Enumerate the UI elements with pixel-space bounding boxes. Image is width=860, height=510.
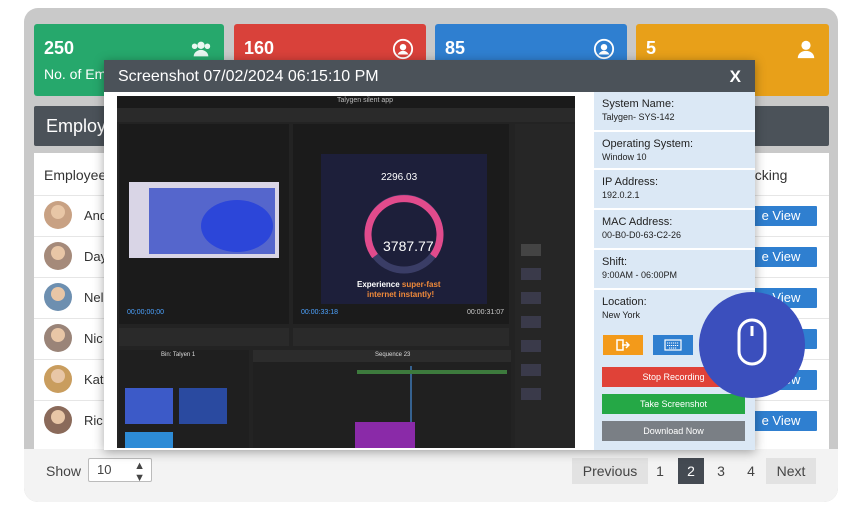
avatar [44,201,72,229]
field-operating-system: Operating System: Window 10 [594,132,755,170]
page-size-value: 10 [97,462,112,477]
user-icon [797,40,815,59]
timecode-end: 00:00:31:07 [467,309,504,316]
field-value: 9:00AM - 06:00PM [602,270,678,280]
logout-icon [616,339,631,351]
stat-label: No. of Em [44,66,107,82]
stepper-icon: ▲ ▼ [134,460,145,484]
sequence-tab: Sequence 23 [375,352,411,358]
captured-screenshot[interactable]: Talygen silent app 2296.03 3787.77 Exper… [117,96,575,448]
close-button[interactable]: X [730,67,741,87]
employee-name[interactable]: Nic [84,331,103,346]
logout-button[interactable] [603,335,643,355]
modal-title: Screenshot 07/02/2024 06:15:10 PM [118,68,379,85]
field-system-name: System Name: Talygen- SYS-142 [594,92,755,132]
screenshot-modal: Screenshot 07/02/2024 06:15:10 PM X Taly… [104,60,755,450]
employee-name[interactable]: Kat [84,372,104,387]
user-circle-icon [593,38,615,60]
employee-name[interactable]: Nel [84,290,104,305]
column-header-employee: Employee [44,167,107,183]
section-title: Employ [46,116,107,136]
avatar [44,283,72,311]
mouse-icon [737,318,767,366]
page-2-button[interactable]: 2 [678,458,704,484]
field-label: IP Address: [602,176,659,188]
screenshot-image [117,96,575,448]
field-value: Talygen- SYS-142 [602,112,675,122]
tagline-text: Experience super-fast [357,280,441,289]
field-mac-address: MAC Address: 00-B0-D0-63-C2-26 [594,210,755,250]
speed-main-text: 3787.77 [383,238,434,254]
download-now-button[interactable]: Download Now [602,421,745,441]
avatar [44,324,72,352]
app-title-text: Talygen silent app [337,97,394,104]
field-value: Window 10 [602,152,647,162]
keyboard-icon [664,339,682,351]
employee-name[interactable]: Ric [84,413,103,428]
tagline-line-2: internet instantly! [367,290,435,299]
avatar [44,406,72,434]
avatar [44,242,72,270]
tagline-part-1: Experience [357,280,402,289]
user-circle-icon [392,38,414,60]
page-size-select[interactable]: 10 ▲ ▼ [88,458,152,484]
users-icon [191,41,211,57]
stat-value: 160 [244,38,275,58]
mouse-activity-badge [699,292,805,398]
bin-label: Bin: Talyen 1 [161,352,196,358]
view-button[interactable]: e View [745,411,817,431]
field-label: System Name: [602,98,675,110]
keyboard-button[interactable] [653,335,693,355]
show-label: Show [46,463,82,479]
field-shift: Shift: 9:00AM - 06:00PM [594,250,755,290]
field-label: Shift: [602,256,628,268]
field-label: MAC Address: [602,216,673,228]
page-3-button[interactable]: 3 [708,458,734,484]
field-label: Operating System: [602,138,694,150]
view-button[interactable]: e View [745,206,817,226]
view-button[interactable]: e View [745,247,817,267]
field-value: 00-B0-D0-63-C2-26 [602,230,682,240]
stat-value: 85 [445,38,466,58]
next-button[interactable]: Next [766,458,816,484]
table-footer: Show 10 ▲ ▼ Previous 1 2 3 4 Next [24,449,838,502]
timecode-right: 00:00:33:18 [301,309,338,316]
page-1-button[interactable]: 1 [648,458,672,484]
page-4-button[interactable]: 4 [738,458,764,484]
previous-button[interactable]: Previous [572,458,648,484]
stat-value: 5 [646,38,657,58]
field-value: 192.0.2.1 [602,190,640,200]
timecode-left: 00;00;00;00 [127,309,164,316]
tagline-accent: super-fast [401,280,441,289]
speed-value-text: 2296.03 [381,172,418,183]
avatar [44,365,72,393]
modal-header: Screenshot 07/02/2024 06:15:10 PM X [104,60,755,92]
stat-value: 250 [44,38,75,58]
field-ip-address: IP Address: 192.0.2.1 [594,170,755,210]
